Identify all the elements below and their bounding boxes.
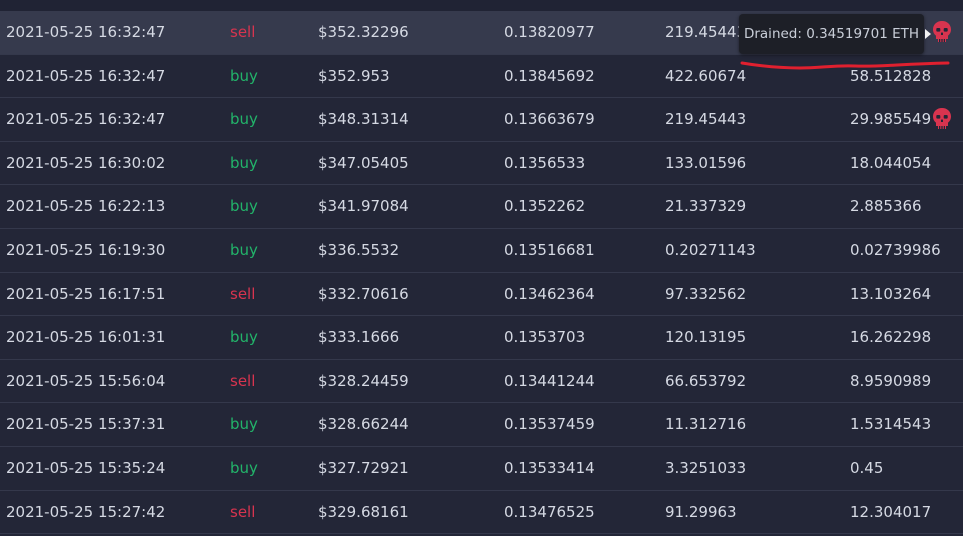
trade-time: 2021-05-25 16:32:47: [6, 110, 166, 129]
trade-amount: 120.13195: [665, 328, 747, 347]
trade-amount: 3.3251033: [665, 458, 747, 477]
trade-amount: 422.60674: [665, 66, 747, 85]
trade-side: buy: [230, 197, 258, 216]
trade-value: 1.5314543: [850, 415, 932, 434]
trade-price-usd: $352.953: [318, 66, 390, 85]
trade-time: 2021-05-25 16:01:31: [6, 328, 166, 347]
trade-value: 8.9590989: [850, 371, 932, 390]
trade-side: sell: [230, 502, 256, 521]
drained-tooltip: Drained: 0.34519701 ETH: [739, 14, 924, 54]
trade-side: buy: [230, 415, 258, 434]
trade-price-eth: 0.13462364: [504, 284, 595, 303]
trade-row[interactable]: 2021-05-25 16:22:13 buy $341.97084 0.135226…: [0, 185, 963, 229]
trade-amount: 66.653792: [665, 371, 747, 390]
trade-value: 13.103264: [850, 284, 932, 303]
trade-amount: 97.332562: [665, 284, 747, 303]
trade-time: 2021-05-25 15:37:31: [6, 415, 166, 434]
trade-value: 0.02739986: [850, 240, 941, 259]
trade-price-usd: $328.66244: [318, 415, 409, 434]
trade-side: sell: [230, 23, 256, 41]
trade-row[interactable]: 2021-05-25 15:27:42 sell $329.68161 0.13476…: [0, 491, 963, 535]
trade-value: 16.262298: [850, 328, 932, 347]
trade-amount: 21.337329: [665, 197, 747, 216]
trade-price-eth: 0.1353703: [504, 328, 586, 347]
trade-row[interactable]: 2021-05-25 15:56:04 sell $328.24459 0.13441…: [0, 360, 963, 404]
trade-value: 0.45: [850, 458, 884, 477]
trade-price-usd: $332.70616: [318, 284, 409, 303]
trade-price-usd: $352.32296: [318, 23, 409, 41]
trade-price-eth: 0.1352262: [504, 197, 586, 216]
trade-price-usd: $327.72921: [318, 458, 409, 477]
trade-value: 18.044054: [850, 153, 932, 172]
trade-side: buy: [230, 328, 258, 347]
trade-price-usd: $347.05405: [318, 153, 409, 172]
trade-history-panel: 2021-05-25 16:32:47 sell $352.32296 0.13820…: [0, 0, 963, 536]
trade-time: 2021-05-25 15:56:04: [6, 371, 166, 390]
trade-row[interactable]: 2021-05-25 16:30:02 buy $347.05405 0.135653…: [0, 142, 963, 186]
trade-amount: 219.45443: [665, 110, 747, 129]
trade-side: buy: [230, 153, 258, 172]
trade-price-usd: $329.68161: [318, 502, 409, 521]
trade-amount: 91.29963: [665, 502, 737, 521]
trade-row[interactable]: 2021-05-25 16:19:30 buy $336.5532 0.1351668…: [0, 229, 963, 273]
trade-price-eth: 0.13476525: [504, 502, 595, 521]
trade-price-eth: 0.13516681: [504, 240, 595, 259]
trade-price-usd: $336.5532: [318, 240, 400, 259]
drained-tooltip-text: Drained: 0.34519701 ETH: [743, 26, 920, 42]
trade-value: 2.885366: [850, 197, 922, 216]
trade-amount: 219.45443: [665, 23, 747, 41]
red-underline-annotation: [740, 61, 950, 70]
trade-row[interactable]: 2021-05-25 16:17:51 sell $332.70616 0.13462…: [0, 273, 963, 317]
trade-value: 12.304017: [850, 502, 932, 521]
trade-price-eth: 0.1356533: [504, 153, 586, 172]
trades-table: 2021-05-25 16:32:47 sell $352.32296 0.13820…: [0, 11, 963, 535]
trade-amount: 0.20271143: [665, 240, 756, 259]
trade-side: buy: [230, 458, 258, 477]
trade-time: 2021-05-25 16:17:51: [6, 284, 166, 303]
trade-price-eth: 0.13537459: [504, 415, 595, 434]
trade-time: 2021-05-25 16:32:47: [6, 66, 166, 85]
trade-price-eth: 0.13845692: [504, 66, 595, 85]
trade-price-eth: 0.13533414: [504, 458, 595, 477]
trade-amount: 133.01596: [665, 153, 747, 172]
trade-side: sell: [230, 371, 256, 390]
skull-icon[interactable]: [930, 107, 954, 131]
trade-price-eth: 0.13663679: [504, 110, 595, 129]
trade-row[interactable]: 2021-05-25 15:35:24 buy $327.72921 0.135334…: [0, 447, 963, 491]
trade-side: buy: [230, 240, 258, 259]
trade-price-eth: 0.13820977: [504, 23, 595, 41]
trade-side: sell: [230, 284, 256, 303]
trade-time: 2021-05-25 16:19:30: [6, 240, 166, 259]
trade-time: 2021-05-25 15:27:42: [6, 502, 166, 521]
trade-value: 29.985549: [850, 110, 932, 129]
trade-row[interactable]: 2021-05-25 15:37:31 buy $328.66244 0.135374…: [0, 403, 963, 447]
trade-price-usd: $348.31314: [318, 110, 409, 129]
trade-row[interactable]: 2021-05-25 16:32:47 buy $348.31314 0.136636…: [0, 98, 963, 142]
trade-price-eth: 0.13441244: [504, 371, 595, 390]
trade-side: buy: [230, 110, 258, 129]
trade-amount: 11.312716: [665, 415, 747, 434]
trade-side: buy: [230, 66, 258, 85]
trade-price-usd: $328.24459: [318, 371, 409, 390]
trade-row[interactable]: 2021-05-25 16:01:31 buy $333.1666 0.1353703…: [0, 316, 963, 360]
trade-price-usd: $333.1666: [318, 328, 400, 347]
tooltip-pointer: [925, 29, 931, 39]
trade-time: 2021-05-25 16:22:13: [6, 197, 166, 216]
trade-time: 2021-05-25 15:35:24: [6, 458, 166, 477]
trade-time: 2021-05-25 16:32:47: [6, 23, 166, 41]
trade-time: 2021-05-25 16:30:02: [6, 153, 166, 172]
trade-price-usd: $341.97084: [318, 197, 409, 216]
skull-icon[interactable]: [930, 20, 954, 44]
